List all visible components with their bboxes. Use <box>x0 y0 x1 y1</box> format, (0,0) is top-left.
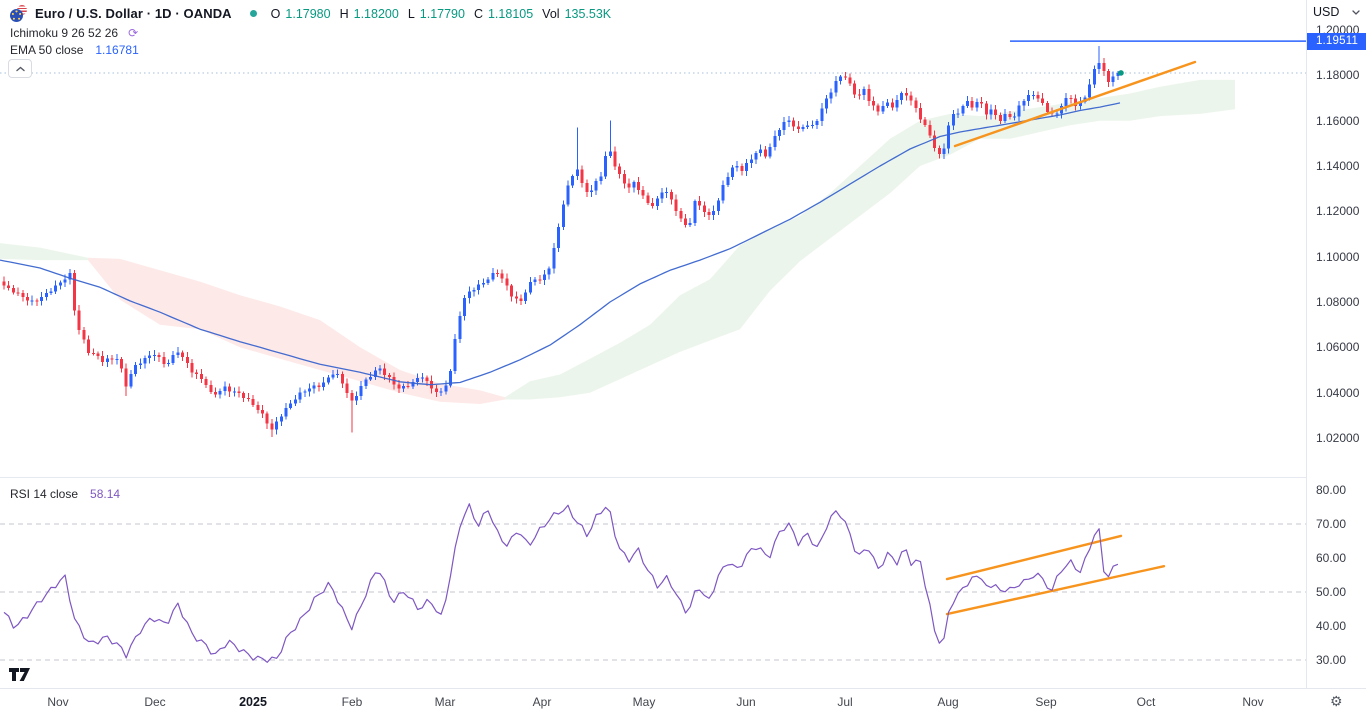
time-axis-year-label: 2025 <box>231 695 275 709</box>
ohlc-readout: O 1.17980 H 1.18200 L 1.17790 C 1.18105 … <box>271 7 615 21</box>
tradingview-logo[interactable] <box>8 666 34 687</box>
time-axis-month-label: Dec <box>133 695 177 709</box>
rsi-channel-lower[interactable] <box>947 566 1164 614</box>
gear-icon[interactable]: ⚙ <box>1330 693 1343 710</box>
price-axis-label: 1.16000 <box>1316 114 1359 128</box>
symbol-legend: Euro / U.S. Dollar · 1D · OANDA O 1.1798… <box>10 5 615 22</box>
eurusd-pair-icon <box>10 5 27 22</box>
ichimoku-cloud <box>0 80 1235 404</box>
open-value: 1.17980 <box>285 7 330 21</box>
eu-flag-icon <box>10 9 23 22</box>
price-axis-label: 1.12000 <box>1316 204 1359 218</box>
price-axis-label: 1.06000 <box>1316 340 1359 354</box>
chevron-down-icon <box>1352 10 1360 15</box>
volume-label: Vol <box>542 7 559 21</box>
time-axis-month-label: Feb <box>330 695 374 709</box>
collapse-legend-button[interactable] <box>8 59 32 78</box>
price-axis-label: 1.08000 <box>1316 295 1359 309</box>
ichimoku-label: Ichimoku 9 26 52 26 <box>10 26 118 40</box>
price-axis-label: 1.18000 <box>1316 68 1359 82</box>
price-axis-label: 1.14000 <box>1316 159 1359 173</box>
time-axis-month-label: Nov <box>36 695 80 709</box>
time-axis-month-label: Jul <box>823 695 867 709</box>
rsi-line <box>4 504 1118 663</box>
rsi-legend[interactable]: RSI 14 close 58.14 <box>10 487 120 501</box>
trading-chart-window: Euro / U.S. Dollar · 1D · OANDA O 1.1798… <box>0 0 1366 715</box>
rsi-axis-label: 80.00 <box>1316 483 1346 497</box>
time-axis-month-label: Mar <box>423 695 467 709</box>
price-axis-label: 1.10000 <box>1316 250 1359 264</box>
currency-unit-button[interactable]: USD <box>1307 0 1366 24</box>
ichimoku-legend[interactable]: Ichimoku 9 26 52 26 ⟳ <box>10 26 138 40</box>
time-axis-month-label: Oct <box>1124 695 1168 709</box>
time-axis-month-label: May <box>622 695 666 709</box>
rsi-label: RSI 14 close <box>10 487 78 501</box>
close-label: C <box>474 7 483 21</box>
symbol-title[interactable]: Euro / U.S. Dollar · 1D · OANDA <box>35 6 232 21</box>
ema-legend[interactable]: EMA 50 close 1.16781 <box>10 43 139 57</box>
open-label: O <box>271 7 281 21</box>
rsi-axis-label: 50.00 <box>1316 585 1346 599</box>
ema-label: EMA 50 close <box>10 43 83 57</box>
high-label: H <box>340 7 349 21</box>
price-axis-label: 1.04000 <box>1316 386 1359 400</box>
indicator-loading-icon: ⟳ <box>128 27 138 39</box>
currency-unit-label: USD <box>1313 5 1339 19</box>
rsi-axis-label: 30.00 <box>1316 653 1346 667</box>
last-price-dot <box>1118 70 1124 76</box>
low-value: 1.17790 <box>420 7 465 21</box>
rsi-axis-label: 70.00 <box>1316 517 1346 531</box>
rsi-axis-label: 40.00 <box>1316 619 1346 633</box>
time-axis-month-label: Aug <box>926 695 970 709</box>
rsi-channel-upper[interactable] <box>947 536 1121 579</box>
rsi-value: 58.14 <box>90 487 120 501</box>
price-axis[interactable]: USD 1.19511 1.200001.180001.160001.14000… <box>1306 0 1366 688</box>
rsi-pane <box>0 504 1306 663</box>
time-axis-month-label: Apr <box>520 695 564 709</box>
ema-value: 1.16781 <box>95 43 138 57</box>
rsi-axis-label: 60.00 <box>1316 551 1346 565</box>
time-axis-month-label: Jun <box>724 695 768 709</box>
close-value: 1.18105 <box>488 7 533 21</box>
time-axis-month-label: Nov <box>1231 695 1275 709</box>
time-axis[interactable]: ⚙ Nov Dec 2025 Feb Mar Apr May Jun Jul Aug Sep Oct N… <box>0 688 1366 715</box>
time-axis-month-label: Sep <box>1024 695 1068 709</box>
volume-value: 135.53K <box>565 7 612 21</box>
low-label: L <box>408 7 415 21</box>
chevron-up-icon <box>16 66 25 72</box>
price-axis-label: 1.02000 <box>1316 431 1359 445</box>
chart-canvas[interactable] <box>0 0 1366 688</box>
horizontal-line-price-label[interactable]: 1.19511 <box>1307 33 1366 50</box>
market-status-dot <box>250 10 257 17</box>
high-value: 1.18200 <box>354 7 399 21</box>
